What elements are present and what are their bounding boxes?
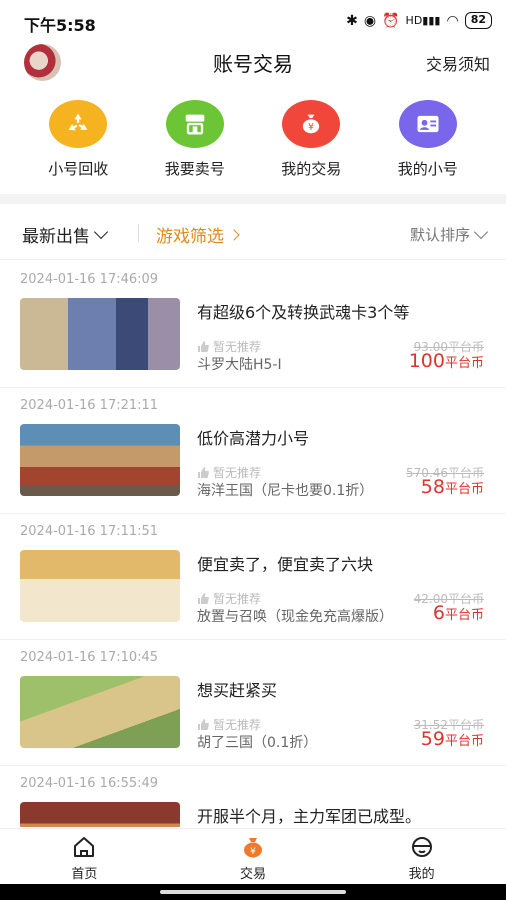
status-time: 下午5:58 — [24, 16, 96, 35]
bottom-nav-trade[interactable]: ¥ 交易 — [169, 829, 338, 884]
money-bag-icon: ¥ — [282, 100, 341, 148]
listing-title: 便宜卖了，便宜卖了六块 — [197, 555, 374, 574]
listing-date: 2024-01-16 17:11:51 — [20, 524, 159, 539]
listing-title: 开服半个月，主力军团已成型。 — [197, 807, 422, 826]
status-icons: ✱ ◉ ⏰ HD▮▮▮ ◠ 82 — [346, 12, 492, 29]
listing-thumbnail — [20, 802, 180, 827]
filter-bar: 最新出售 游戏筛选 默认排序 — [0, 204, 506, 260]
listing-list: 2024-01-16 17:46:09 有超级6个及转换武魂卡3个等 暂无推荐 … — [0, 262, 506, 827]
listing-date: 2024-01-16 17:10:45 — [20, 650, 159, 665]
bottom-nav-profile[interactable]: 我的 — [337, 829, 506, 884]
list-item[interactable]: 2024-01-16 16:55:49 开服半个月，主力军团已成型。 — [0, 766, 506, 827]
user-card-icon — [398, 100, 457, 148]
quick-nav-my-trades[interactable]: ¥ 我的交易 — [261, 100, 361, 190]
filter-separator — [138, 224, 139, 242]
price-unit: 平台币 — [444, 734, 484, 749]
listing-title: 低价高潜力小号 — [197, 429, 310, 448]
list-item[interactable]: 2024-01-16 17:21:11 低价高潜力小号 暂无推荐 海洋王国（尼卡… — [0, 388, 506, 514]
svg-text:¥: ¥ — [250, 847, 256, 857]
bottom-nav: 首页 ¥ 交易 我的 — [0, 828, 506, 884]
list-item[interactable]: 2024-01-16 17:46:09 有超级6个及转换武魂卡3个等 暂无推荐 … — [0, 262, 506, 388]
game-name: 胡了三国（0.1折） — [197, 735, 318, 751]
bottom-nav-home[interactable]: 首页 — [0, 829, 169, 884]
recommend-label: 暂无推荐 — [213, 466, 262, 480]
thumbs-up-icon — [198, 467, 209, 478]
sale-price: 59平台币 — [421, 728, 484, 750]
chevron-right-icon — [228, 228, 240, 241]
chevron-down-icon — [473, 224, 489, 240]
recommend-tag: 暂无推荐 — [197, 338, 261, 355]
quick-nav-my-accounts[interactable]: 我的小号 — [378, 100, 478, 190]
recommend-tag: 暂无推荐 — [197, 716, 261, 733]
quick-nav-label: 小号回收 — [48, 160, 109, 178]
list-item[interactable]: 2024-01-16 17:10:45 想买赶紧买 暂无推荐 胡了三国（0.1折… — [0, 640, 506, 766]
price-value: 59 — [420, 728, 445, 750]
recommend-tag: 暂无推荐 — [197, 590, 261, 607]
game-name: 斗罗大陆H5-I — [197, 357, 282, 373]
price-unit: 平台币 — [444, 482, 484, 497]
listing-date: 2024-01-16 16:55:49 — [20, 776, 159, 791]
thumbs-up-icon — [198, 593, 209, 604]
list-item[interactable]: 2024-01-16 17:11:51 便宜卖了，便宜卖了六块 暂无推荐 放置与… — [0, 514, 506, 640]
alarm-icon: ⏰ — [382, 12, 400, 29]
svg-text:¥: ¥ — [308, 122, 314, 133]
sale-price: 58平台币 — [421, 476, 484, 498]
listing-thumbnail — [20, 298, 180, 370]
listing-date: 2024-01-16 17:21:11 — [20, 398, 159, 413]
price-value: 100 — [408, 350, 445, 372]
chevron-down-icon — [93, 224, 109, 240]
gesture-area — [0, 884, 506, 900]
quick-nav-label: 我的交易 — [281, 160, 342, 178]
thumbs-up-icon — [198, 719, 209, 730]
price-value: 6 — [432, 602, 445, 624]
price-value: 58 — [420, 476, 445, 498]
listing-thumbnail — [20, 676, 180, 748]
recommend-label: 暂无推荐 — [213, 718, 262, 732]
quick-nav-recycle[interactable]: 小号回收 — [28, 100, 128, 190]
latest-sale-label: 最新出售 — [22, 227, 90, 247]
bluetooth-icon: ✱ — [346, 12, 358, 29]
recommend-label: 暂无推荐 — [213, 592, 262, 606]
shop-icon — [165, 100, 224, 148]
listing-title: 想买赶紧买 — [197, 681, 278, 700]
profile-icon — [409, 835, 435, 859]
listing-date: 2024-01-16 17:46:09 — [20, 272, 159, 287]
thumbs-up-icon — [198, 341, 209, 352]
listing-thumbnail — [20, 424, 180, 496]
price-unit: 平台币 — [444, 356, 484, 371]
game-name: 海洋王国（尼卡也要0.1折） — [197, 483, 374, 499]
sale-price: 6平台币 — [433, 602, 484, 624]
battery-icon: 82 — [464, 12, 492, 29]
vibrate-icon: ◉ — [363, 12, 377, 29]
quick-nav-sell[interactable]: 我要卖号 — [145, 100, 245, 190]
game-name: 放置与召唤（现金免充高爆版） — [197, 609, 393, 625]
wifi-icon: ◠ — [446, 12, 459, 29]
quick-nav-label: 我的小号 — [397, 160, 458, 178]
bottom-nav-label: 我的 — [408, 867, 435, 882]
sale-price: 100平台币 — [409, 350, 484, 372]
recommend-tag: 暂无推荐 — [197, 464, 261, 481]
recommend-label: 暂无推荐 — [213, 340, 262, 354]
price-unit: 平台币 — [444, 608, 484, 623]
status-bar: 下午5:58 ✱ ◉ ⏰ HD▮▮▮ ◠ 82 — [0, 0, 506, 44]
game-filter-label: 游戏筛选 — [156, 227, 224, 247]
gesture-bar[interactable] — [160, 890, 346, 894]
trade-notice-link[interactable]: 交易须知 — [426, 51, 490, 75]
listing-title: 有超级6个及转换武魂卡3个等 — [197, 303, 410, 322]
header: 账号交易 交易须知 — [0, 40, 506, 84]
trade-icon: ¥ — [240, 835, 266, 859]
listing-thumbnail — [20, 550, 180, 622]
latest-sale-dropdown[interactable]: 最新出售 — [22, 222, 109, 247]
game-filter-button[interactable]: 游戏筛选 — [156, 222, 240, 247]
sort-label: 默认排序 — [409, 226, 470, 244]
quick-nav-label: 我要卖号 — [164, 160, 225, 178]
quick-nav: 小号回收 我要卖号 ¥ 我的交易 我的小号 — [0, 100, 506, 190]
bottom-nav-label: 首页 — [71, 867, 98, 882]
recycle-icon — [49, 100, 108, 148]
bottom-nav-label: 交易 — [240, 867, 267, 882]
sort-dropdown[interactable]: 默认排序 — [409, 224, 489, 245]
section-divider — [0, 194, 506, 204]
home-icon — [71, 835, 97, 859]
signal-icon: HD▮▮▮ — [405, 14, 441, 27]
